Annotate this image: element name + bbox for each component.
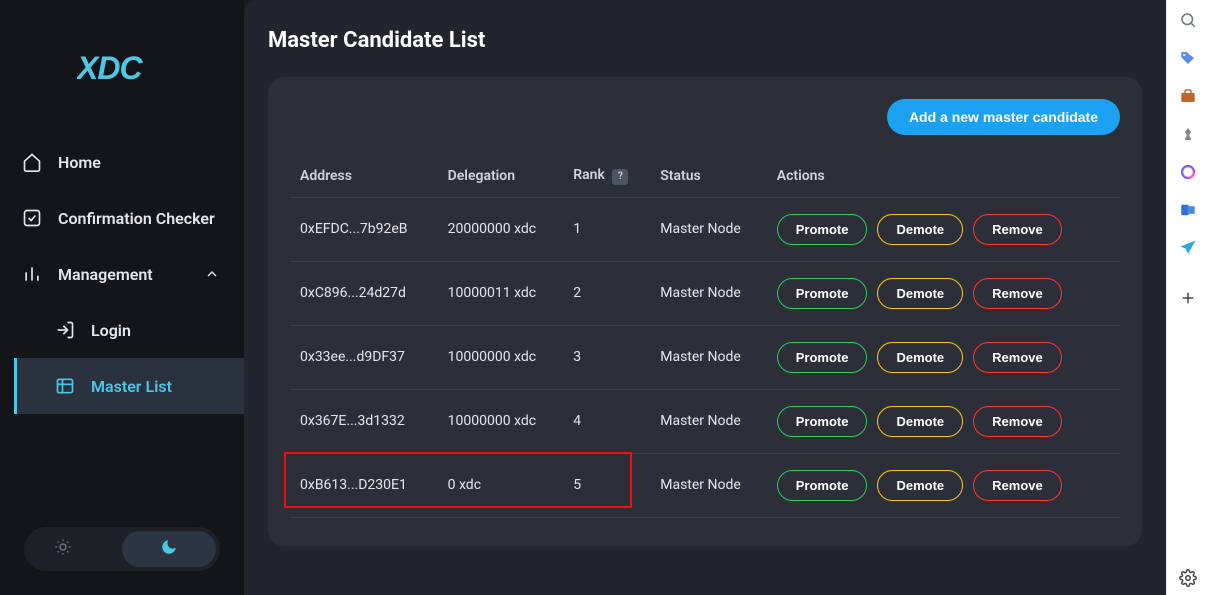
cell-actions: Promote Demote Remove xyxy=(767,261,1120,325)
bar-chart-icon xyxy=(22,264,42,284)
main-content: Master Candidate List Add a new master c… xyxy=(244,0,1166,595)
home-icon xyxy=(22,152,42,172)
cell-address: 0xEFDC...7b92eB xyxy=(290,197,438,261)
cell-actions: Promote Demote Remove xyxy=(767,389,1120,453)
table-row: 0x33ee...d9DF37 10000000 xdc 3 Master No… xyxy=(290,325,1120,389)
xdc-logo-icon: XDC xyxy=(77,49,167,89)
th-address: Address xyxy=(290,155,438,197)
promote-button[interactable]: Promote xyxy=(777,342,868,373)
cell-address: 0x33ee...d9DF37 xyxy=(290,325,438,389)
page-title: Master Candidate List xyxy=(268,28,1142,53)
theme-toggle[interactable] xyxy=(24,527,220,571)
cell-status: Master Node xyxy=(650,197,766,261)
cell-actions: Promote Demote Remove xyxy=(767,325,1120,389)
chess-icon[interactable] xyxy=(1178,124,1198,144)
cell-rank: 5 xyxy=(563,453,650,517)
subnav-master-list-label: Master List xyxy=(91,377,172,396)
promote-button[interactable]: Promote xyxy=(777,214,868,245)
cell-status: Master Node xyxy=(650,261,766,325)
copilot-icon[interactable] xyxy=(1178,162,1198,182)
logo: XDC xyxy=(0,14,244,124)
remove-button[interactable]: Remove xyxy=(973,278,1062,309)
send-icon[interactable] xyxy=(1178,238,1198,258)
remove-button[interactable]: Remove xyxy=(973,214,1062,245)
nav: Home Confirmation Checker Management xyxy=(0,134,244,414)
cell-rank: 2 xyxy=(563,261,650,325)
subnav-login-label: Login xyxy=(91,321,131,340)
cell-address: 0x367E...3d1332 xyxy=(290,389,438,453)
login-icon xyxy=(55,320,75,340)
nav-home[interactable]: Home xyxy=(0,134,244,190)
add-candidate-button[interactable]: Add a new master candidate xyxy=(887,99,1120,135)
cell-rank: 3 xyxy=(563,325,650,389)
right-rail xyxy=(1166,0,1209,595)
demote-button[interactable]: Demote xyxy=(877,470,963,501)
nav-management-label: Management xyxy=(58,265,153,284)
remove-button[interactable]: Remove xyxy=(973,342,1062,373)
cell-actions: Promote Demote Remove xyxy=(767,197,1120,261)
candidate-table: Address Delegation Rank ? Status Actions… xyxy=(290,155,1120,518)
cell-delegation: 10000000 xdc xyxy=(438,325,564,389)
remove-button[interactable]: Remove xyxy=(973,406,1062,437)
help-icon[interactable]: ? xyxy=(612,169,628,185)
subnav: Login Master List xyxy=(14,302,244,414)
outlook-icon[interactable] xyxy=(1178,200,1198,220)
cell-address: 0xB613...D230E1 xyxy=(290,453,438,517)
theme-toggle-knob xyxy=(122,531,216,567)
th-rank: Rank ? xyxy=(563,155,650,197)
cell-status: Master Node xyxy=(650,325,766,389)
cell-address: 0xC896...24d27d xyxy=(290,261,438,325)
cell-delegation: 0 xdc xyxy=(438,453,564,517)
table-row-highlighted: 0xB613...D230E1 0 xdc 5 Master Node Prom… xyxy=(290,453,1120,517)
moon-icon xyxy=(160,538,178,560)
nav-home-label: Home xyxy=(58,153,101,172)
cell-status: Master Node xyxy=(650,389,766,453)
demote-button[interactable]: Demote xyxy=(877,214,963,245)
demote-button[interactable]: Demote xyxy=(877,278,963,309)
plus-icon[interactable] xyxy=(1178,288,1198,308)
cell-rank: 1 xyxy=(563,197,650,261)
tag-icon[interactable] xyxy=(1178,48,1198,68)
th-actions: Actions xyxy=(767,155,1120,197)
sidebar: XDC Home Confirmation Checker xyxy=(0,0,244,595)
search-icon[interactable] xyxy=(1178,10,1198,30)
cell-delegation: 10000000 xdc xyxy=(438,389,564,453)
cell-rank: 4 xyxy=(563,389,650,453)
demote-button[interactable]: Demote xyxy=(877,342,963,373)
subnav-master-list[interactable]: Master List xyxy=(14,358,244,414)
theme-toggle-container xyxy=(0,503,244,595)
table-row: 0xEFDC...7b92eB 20000000 xdc 1 Master No… xyxy=(290,197,1120,261)
briefcase-icon[interactable] xyxy=(1178,86,1198,106)
th-status: Status xyxy=(650,155,766,197)
nav-confirmation-checker-label: Confirmation Checker xyxy=(58,209,215,228)
table-row: 0x367E...3d1332 10000000 xdc 4 Master No… xyxy=(290,389,1120,453)
svg-text:XDC: XDC xyxy=(77,50,143,86)
cell-delegation: 10000011 xdc xyxy=(438,261,564,325)
remove-button[interactable]: Remove xyxy=(973,470,1062,501)
table-icon xyxy=(55,376,75,396)
sun-icon xyxy=(54,538,72,560)
th-rank-label: Rank xyxy=(573,167,605,183)
promote-button[interactable]: Promote xyxy=(777,406,868,437)
chevron-up-icon xyxy=(202,264,222,284)
check-square-icon xyxy=(22,208,42,228)
promote-button[interactable]: Promote xyxy=(777,278,868,309)
candidate-card: Add a new master candidate Address Deleg… xyxy=(268,77,1142,546)
cell-actions: Promote Demote Remove xyxy=(767,453,1120,517)
table-row: 0xC896...24d27d 10000011 xdc 2 Master No… xyxy=(290,261,1120,325)
subnav-login[interactable]: Login xyxy=(14,302,244,358)
nav-management[interactable]: Management xyxy=(0,246,244,302)
promote-button[interactable]: Promote xyxy=(777,470,868,501)
nav-confirmation-checker[interactable]: Confirmation Checker xyxy=(0,190,244,246)
cell-address-text: 0xB613...D230E1 xyxy=(300,477,407,493)
cell-delegation: 20000000 xdc xyxy=(438,197,564,261)
settings-icon[interactable] xyxy=(1178,575,1198,595)
th-delegation: Delegation xyxy=(438,155,564,197)
demote-button[interactable]: Demote xyxy=(877,406,963,437)
cell-status: Master Node xyxy=(650,453,766,517)
